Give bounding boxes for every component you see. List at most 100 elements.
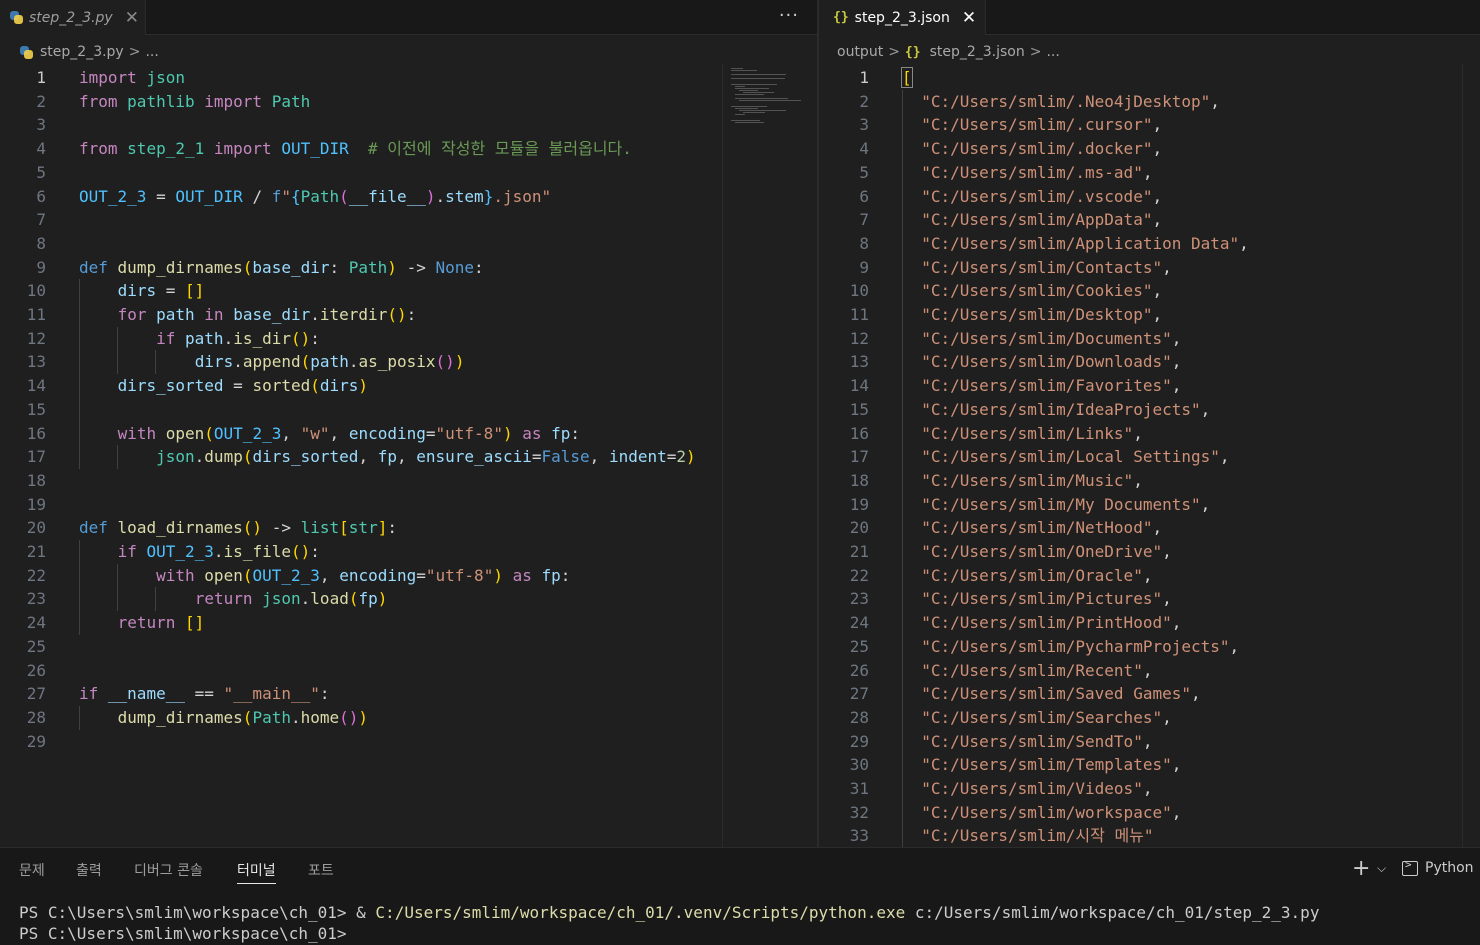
json-code-line[interactable]: 12 "C:/Users/smlim/Documents", [819,327,1480,351]
json-code-line[interactable]: 20 "C:/Users/smlim/NetHood", [819,516,1480,540]
json-code-line[interactable]: 8 "C:/Users/smlim/Application Data", [819,232,1480,256]
close-icon[interactable]: ✕ [125,8,139,28]
json-code-line[interactable]: 33 "C:/Users/smlim/시작 메뉴" [819,824,1480,847]
json-code-line[interactable]: 29 "C:/Users/smlim/SendTo", [819,730,1480,754]
json-code-line[interactable]: 25 "C:/Users/smlim/PycharmProjects", [819,635,1480,659]
panel-tab-output[interactable]: 출력 [76,860,102,884]
line-number: 8 [859,233,869,253]
json-code-line[interactable]: 26 "C:/Users/smlim/Recent", [819,659,1480,683]
code-text: "C:/Users/smlim/SendTo", [921,731,1153,751]
code-text: "C:/Users/smlim/Desktop", [921,305,1163,324]
json-code-line[interactable]: 4 "C:/Users/smlim/.docker", [819,137,1480,161]
python-code-line[interactable]: 17 json.dump(dirs_sorted, fp, ensure_asc… [0,445,817,469]
python-code-line[interactable]: 22 with open(OUT_2_3, encoding="utf-8") … [0,564,817,588]
panel-tab-debug-console[interactable]: 디버그 콘솔 [134,860,203,884]
json-code-line[interactable]: 6 "C:/Users/smlim/.vscode", [819,185,1480,209]
python-code-line[interactable]: 4 from step_2_1 import OUT_DIR # 이전에 작성한 … [0,137,817,161]
close-icon[interactable]: ✕ [962,8,976,28]
python-code-line[interactable]: 8 [0,232,817,256]
python-code-line[interactable]: 27 if __name__ == "__main__": [0,682,817,706]
left-editor-scrollbar[interactable] [802,64,816,847]
python-code-line[interactable]: 18 [0,469,817,493]
breadcrumb-symbols[interactable]: ... [145,44,158,60]
python-code-line[interactable]: 29 [0,730,817,754]
new-terminal-button[interactable]: + [1352,856,1370,881]
line-number: 21 [26,542,46,561]
python-code-line[interactable]: 10 dirs = [] [0,279,817,303]
python-code-line[interactable]: 6 OUT_2_3 = OUT_DIR / f"{Path(__file__).s… [0,185,817,209]
minimap-line [731,84,778,85]
code-editor-python[interactable]: 1 import json 2 from pathlib import Path 3 4 f… [0,64,817,847]
json-code-line[interactable]: 30 "C:/Users/smlim/Templates", [819,753,1480,777]
tab-step-2-3-json[interactable]: {} step_2_3.json ✕ [819,0,986,35]
json-code-line[interactable]: 7 "C:/Users/smlim/AppData", [819,208,1480,232]
code-text: "C:/Users/smlim/Searches", [921,707,1172,727]
json-code-line[interactable]: 15 "C:/Users/smlim/IdeaProjects", [819,398,1480,422]
python-code-line[interactable]: 25 [0,635,817,659]
python-code-line[interactable]: 5 [0,161,817,185]
json-code-line[interactable]: 22 "C:/Users/smlim/Oracle", [819,564,1480,588]
line-number: 5 [36,162,46,182]
json-code-line[interactable]: 16 "C:/Users/smlim/Links", [819,422,1480,446]
json-code-line[interactable]: 19 "C:/Users/smlim/My Documents", [819,493,1480,517]
right-editor-scrollbar[interactable] [1462,64,1480,847]
json-code-line[interactable]: 28 "C:/Users/smlim/Searches", [819,706,1480,730]
line-number: 4 [36,139,46,159]
more-actions-icon[interactable]: ··· [779,5,799,26]
terminal-prompt-line[interactable]: PS C:\Users\smlim\workspace\ch_01> [19,924,347,943]
breadcrumb-symbols[interactable]: ... [1046,44,1059,60]
tab-step-2-3-py[interactable]: step_2_3.py ✕ [0,0,146,35]
python-code-line[interactable]: 1 import json [0,66,817,90]
json-code-line[interactable]: 23 "C:/Users/smlim/Pictures", [819,587,1480,611]
python-code-line[interactable]: 7 [0,208,817,232]
json-code-line[interactable]: 9 "C:/Users/smlim/Contacts", [819,256,1480,280]
python-code-line[interactable]: 15 [0,398,817,422]
terminal-command-line[interactable]: PS C:\Users\smlim\workspace\ch_01> & C:/… [19,903,1319,922]
left-editor-group: step_2_3.py ✕ ··· step_2_3.py > ... 1 imp… [0,0,817,847]
breadcrumb-folder[interactable]: output [837,44,883,60]
panel-tab-ports[interactable]: 포트 [308,860,334,884]
python-code-line[interactable]: 12 if path.is_dir(): [0,327,817,351]
python-code-line[interactable]: 14 dirs_sorted = sorted(dirs) [0,374,817,398]
json-code-line[interactable]: 11 "C:/Users/smlim/Desktop", [819,303,1480,327]
minimap[interactable] [722,64,802,847]
panel-tab-terminal[interactable]: 터미널 [237,860,276,884]
json-code-line[interactable]: 27 "C:/Users/smlim/Saved Games", [819,682,1480,706]
json-code-line[interactable]: 3 "C:/Users/smlim/.cursor", [819,113,1480,137]
json-code-line[interactable]: 21 "C:/Users/smlim/OneDrive", [819,540,1480,564]
python-code-line[interactable]: 3 [0,113,817,137]
python-code-line[interactable]: 24 return [] [0,611,817,635]
panel-tab-problems[interactable]: 문제 [19,860,45,884]
python-code-line[interactable]: 23 return json.load(fp) [0,587,817,611]
terminal-instance-python[interactable]: Python [1402,858,1474,876]
python-code-line[interactable]: 19 [0,493,817,517]
python-code-line[interactable]: 21 if OUT_2_3.is_file(): [0,540,817,564]
python-code-line[interactable]: 13 dirs.append(path.as_posix()) [0,350,817,374]
code-text: "C:/Users/smlim/PrintHood", [921,613,1182,633]
python-code-line[interactable]: 16 with open(OUT_2_3, "w", encoding="utf… [0,422,817,446]
json-code-line[interactable]: 18 "C:/Users/smlim/Music", [819,469,1480,493]
json-code-line[interactable]: 10 "C:/Users/smlim/Cookies", [819,279,1480,303]
json-code-line[interactable]: 32 "C:/Users/smlim/workspace", [819,801,1480,825]
json-code-line[interactable]: 1[ [819,66,1480,90]
breadcrumb-file[interactable]: step_2_3.json [930,44,1025,60]
python-code-line[interactable]: 28 dump_dirnames(Path.home()) [0,706,817,730]
breadcrumb-file[interactable]: step_2_3.py [40,44,124,60]
code-editor-json[interactable]: 1[2 "C:/Users/smlim/.Neo4jDesktop", 3 "C:… [819,64,1480,847]
python-code-line[interactable]: 11 for path in base_dir.iterdir(): [0,303,817,327]
json-code-line[interactable]: 24 "C:/Users/smlim/PrintHood", [819,611,1480,635]
json-code-line[interactable]: 2 "C:/Users/smlim/.Neo4jDesktop", [819,90,1480,114]
json-code-line[interactable]: 14 "C:/Users/smlim/Favorites", [819,374,1480,398]
json-code-line[interactable]: 5 "C:/Users/smlim/.ms-ad", [819,161,1480,185]
json-code-line[interactable]: 31 "C:/Users/smlim/Videos", [819,777,1480,801]
python-code-line[interactable]: 20 def load_dirnames() -> list[str]: [0,516,817,540]
json-code-line[interactable]: 17 "C:/Users/smlim/Local Settings", [819,445,1480,469]
python-code-line[interactable]: 2 from pathlib import Path [0,90,817,114]
terminal-prompt: PS C:\Users\smlim\workspace\ch_01> [19,924,347,943]
python-code-line[interactable]: 9 def dump_dirnames(base_dir: Path) -> No… [0,256,817,280]
chevron-down-icon[interactable]: ⌵ [1377,861,1386,876]
json-code-line[interactable]: 13 "C:/Users/smlim/Downloads", [819,350,1480,374]
line-number: 7 [859,210,869,230]
python-code-line[interactable]: 26 [0,659,817,683]
indent-guide [79,705,80,730]
